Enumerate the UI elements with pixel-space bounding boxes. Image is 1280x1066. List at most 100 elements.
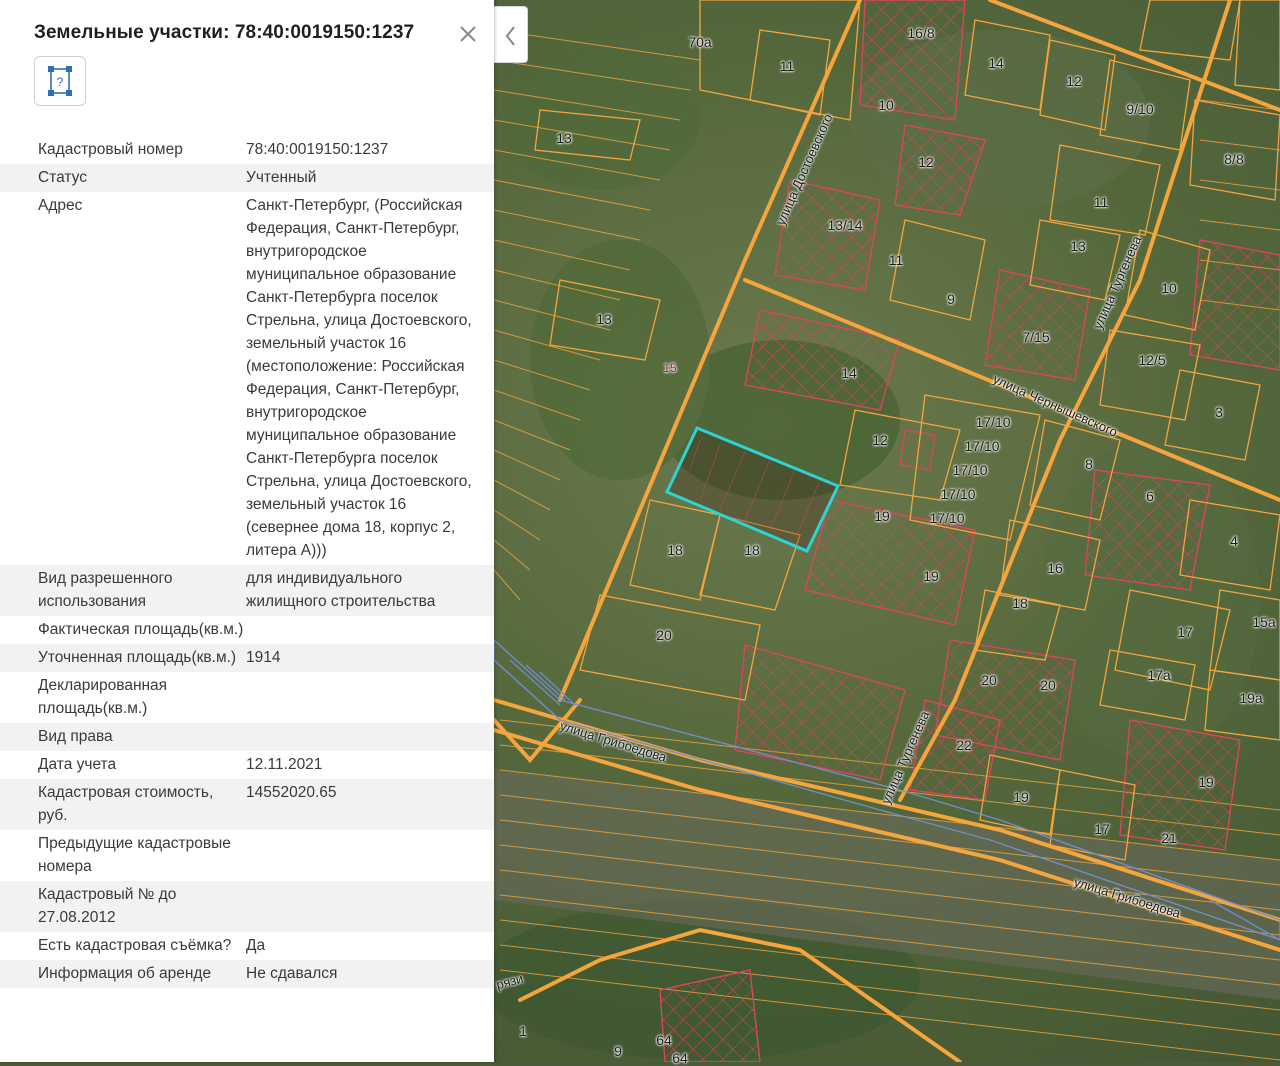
property-value: [246, 832, 482, 878]
house-number-label: 19: [1013, 789, 1029, 805]
house-number-label: 16/8: [907, 25, 935, 41]
property-key: Статус: [38, 169, 87, 186]
house-number-label: 18: [744, 542, 760, 558]
house-number-label: 20: [1040, 677, 1056, 693]
house-number-label: 15: [663, 361, 677, 375]
table-row: Адрес Санкт-Петербург, (Российская Федер…: [0, 192, 494, 565]
property-key: Кадастровый № до 27.08.2012: [38, 886, 177, 926]
house-number-label: 8/8: [1224, 151, 1244, 167]
house-number-label: 13: [1070, 238, 1086, 254]
property-key: Адрес: [38, 197, 83, 214]
parcel-boundary-button[interactable]: ?: [34, 56, 86, 106]
table-row: Вид разрешенного использования для индив…: [0, 565, 494, 616]
house-number-label: 10: [1161, 280, 1177, 296]
house-number-label: 21: [1161, 830, 1177, 846]
house-number-label: 12/5: [1138, 352, 1166, 368]
house-number-label: 14: [988, 55, 1004, 71]
house-number-label: 17/10: [940, 486, 976, 502]
collapse-panel-button[interactable]: [494, 6, 528, 63]
house-number-label: 20: [981, 672, 997, 688]
house-number-label: 15а: [1252, 614, 1276, 630]
house-number-label: 9: [947, 291, 955, 307]
property-value: [246, 618, 482, 641]
table-row: Уточненная площадь(кв.м.) 1914: [0, 644, 494, 672]
house-number-label: 22: [956, 737, 972, 753]
house-number-label: 19: [874, 508, 890, 524]
house-number-label: 9/10: [1126, 101, 1154, 117]
house-number-label: 9: [614, 1043, 622, 1059]
table-row: Вид права: [0, 723, 494, 751]
chevron-left-icon: [505, 26, 515, 46]
house-number-label: 13: [556, 130, 572, 146]
property-value: для индивидуального жилищного строительс…: [246, 570, 436, 610]
house-number-label: 16: [1047, 560, 1063, 576]
parcel-boundary-icon: ?: [48, 66, 72, 96]
property-key: Фактическая площадь(кв.м.): [38, 621, 244, 638]
property-value: 78:40:0019150:1237: [246, 141, 389, 158]
house-number-label: 11: [779, 58, 795, 74]
property-key: Кадастровый номер: [38, 141, 183, 158]
property-value: [246, 883, 482, 929]
table-row: Предыдущие кадастровые номера: [0, 830, 494, 881]
house-number-label: 11: [888, 252, 904, 268]
house-number-label: 13: [596, 311, 612, 327]
table-row: Статус Учтенный: [0, 164, 494, 192]
table-row: Информация об аренде Не сдавался: [0, 960, 494, 988]
house-number-label: 3: [1215, 404, 1223, 420]
property-value: Да: [246, 937, 266, 954]
property-value: [246, 725, 482, 748]
property-key: Вид права: [38, 728, 113, 745]
property-value: 1914: [246, 649, 281, 666]
table-row: Кадастровая стоимость, руб. 14552020.65: [0, 779, 494, 830]
house-number-label: 64: [672, 1050, 688, 1066]
property-value: Учтенный: [246, 169, 317, 186]
house-number-label: 7/15: [1022, 329, 1050, 345]
house-number-label: 1: [519, 1023, 527, 1039]
property-key: Уточненная площадь(кв.м.): [38, 649, 237, 666]
table-row: Кадастровый № до 27.08.2012: [0, 881, 494, 932]
table-row: Дата учета 12.11.2021: [0, 751, 494, 779]
property-value: Санкт-Петербург, (Российская Федерация, …: [246, 197, 472, 559]
parcel-boundary-glyph: ?: [57, 75, 64, 89]
property-key: Есть кадастровая съёмка?: [38, 937, 232, 954]
property-value: 12.11.2021: [246, 756, 323, 773]
property-key: Предыдущие кадастровые номера: [38, 835, 231, 875]
property-key: Информация об аренде: [38, 965, 212, 982]
house-number-label: 20: [656, 627, 672, 643]
house-number-label: 17/10: [952, 462, 988, 478]
house-number-label: 18: [667, 542, 683, 558]
property-value: [246, 674, 482, 720]
house-number-label: 19: [1198, 774, 1214, 790]
close-button[interactable]: [456, 22, 480, 46]
house-number-label: 17/10: [964, 438, 1000, 454]
house-number-label: 12: [1066, 73, 1082, 89]
house-number-label: 10: [878, 97, 894, 113]
house-number-label: 17/10: [929, 510, 965, 526]
properties-table: Кадастровый номер 78:40:0019150:1237 Ста…: [0, 136, 494, 988]
house-number-label: 19: [923, 568, 939, 584]
house-number-label: 12: [918, 154, 934, 170]
house-number-label: 17/10: [975, 414, 1011, 430]
table-row: Фактическая площадь(кв.м.): [0, 616, 494, 644]
property-value: Не сдавался: [246, 965, 338, 982]
house-number-label: 17а: [1147, 667, 1171, 683]
house-number-label: 19а: [1239, 690, 1263, 706]
panel-title: Земельные участки: 78:40:0019150:1237: [34, 22, 415, 43]
house-number-label: 17: [1177, 624, 1193, 640]
house-number-label: 4: [1230, 533, 1238, 549]
house-number-label: 8: [1085, 456, 1093, 472]
table-row: Декларированная площадь(кв.м.): [0, 672, 494, 723]
house-number-label: 6: [1146, 488, 1154, 504]
close-icon: [460, 26, 476, 42]
house-number-label: 18: [1012, 595, 1028, 611]
house-number-label: 12: [872, 432, 888, 448]
property-key: Дата учета: [38, 756, 117, 773]
property-key: Кадастровая стоимость, руб.: [38, 784, 214, 824]
house-number-label: 17: [1094, 821, 1110, 837]
property-key: Декларированная площадь(кв.м.): [38, 677, 168, 717]
property-key: Вид разрешенного использования: [38, 570, 173, 610]
house-number-label: 14: [841, 365, 857, 381]
property-value: 14552020.65: [246, 784, 337, 801]
table-row: Кадастровый номер 78:40:0019150:1237: [0, 136, 494, 164]
house-number-label: 13/14: [827, 217, 863, 233]
